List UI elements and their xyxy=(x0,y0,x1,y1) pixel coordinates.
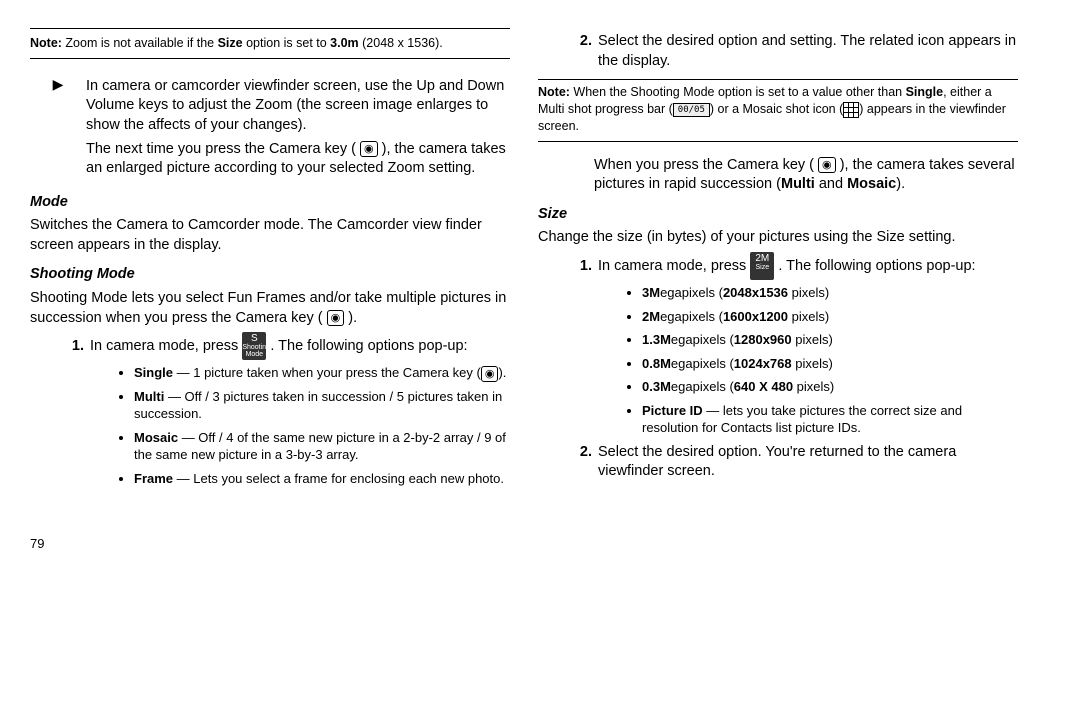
text: Size xyxy=(218,36,243,50)
section-title-size: Size xyxy=(538,205,1018,225)
body-text: The next time you press the Camera key (… xyxy=(86,140,510,179)
numbered-list: In camera mode, press SShooting Mode . T… xyxy=(62,332,510,487)
text: option is set to xyxy=(243,36,331,50)
body-text: Change the size (in bytes) of your pictu… xyxy=(538,228,1018,248)
camera-key-icon: ◉ xyxy=(481,366,499,382)
body-text: Shooting Mode lets you select Fun Frames… xyxy=(30,289,510,328)
body-text: In camera or camcorder viewfinder screen… xyxy=(86,77,510,136)
list-item: 0.8Megapixels (1024x768 pixels) xyxy=(642,355,1018,373)
mosaic-grid-icon xyxy=(843,102,859,118)
note-label: Note: xyxy=(538,85,570,99)
size-softkey-icon: 2MSize xyxy=(750,252,774,280)
section-title-mode: Mode xyxy=(30,193,510,213)
list-item: 0.3Megapixels (640 X 480 pixels) xyxy=(642,378,1018,396)
list-item: In camera mode, press SShooting Mode . T… xyxy=(88,332,510,487)
bullet-list: Single — 1 picture taken when your press… xyxy=(110,364,510,487)
camera-key-icon: ◉ xyxy=(360,141,378,157)
bullet-list: 3Megapixels (2048x1536 pixels) 2Megapixe… xyxy=(618,284,1018,437)
body-text: When you press the Camera key ( ◉ ), the… xyxy=(594,156,1018,195)
list-item: Picture ID — lets you take pictures the … xyxy=(642,402,1018,437)
list-item: Select the desired option and setting. T… xyxy=(596,32,1018,71)
two-columns: Note: Zoom is not available if the Size … xyxy=(30,28,1050,553)
arrow-icon: ▶ xyxy=(30,73,86,183)
list-item: Mosaic — Off / 4 of the same new picture… xyxy=(134,429,510,464)
text: (2048 x 1536). xyxy=(359,36,443,50)
list-item: Frame — Lets you select a frame for encl… xyxy=(134,470,510,488)
left-column: Note: Zoom is not available if the Size … xyxy=(30,28,510,553)
list-item: 1.3Megapixels (1280x960 pixels) xyxy=(642,331,1018,349)
list-item: In camera mode, press 2MSize . The follo… xyxy=(596,252,1018,437)
list-item: 2Megapixels (1600x1200 pixels) xyxy=(642,308,1018,326)
note-zoom-unavailable: Note: Zoom is not available if the Size … xyxy=(30,33,510,59)
numbered-list: Select the desired option and setting. T… xyxy=(570,32,1018,71)
progress-bar-icon: 00/05 xyxy=(673,103,710,117)
text: 3.0m xyxy=(330,36,359,50)
rule xyxy=(30,28,510,29)
note-shooting-mode: Note: When the Shooting Mode option is s… xyxy=(538,79,1018,142)
camera-key-icon: ◉ xyxy=(327,310,345,326)
section-title-shooting-mode: Shooting Mode xyxy=(30,265,510,285)
list-item: Multi — Off / 3 pictures taken in succes… xyxy=(134,388,510,423)
shooting-mode-softkey-icon: SShooting Mode xyxy=(242,332,266,360)
camera-key-icon: ◉ xyxy=(818,157,836,173)
body-text: Switches the Camera to Camcorder mode. T… xyxy=(30,216,510,255)
page-number: 79 xyxy=(30,535,510,553)
numbered-list: In camera mode, press 2MSize . The follo… xyxy=(570,252,1018,482)
right-column: Select the desired option and setting. T… xyxy=(538,28,1018,553)
instruction-row: ▶ In camera or camcorder viewfinder scre… xyxy=(30,73,510,183)
note-label: Note: xyxy=(30,36,62,50)
list-item: Select the desired option. You're return… xyxy=(596,443,1018,482)
list-item: Single — 1 picture taken when your press… xyxy=(134,364,510,382)
text: Zoom is not available if the xyxy=(62,36,218,50)
list-item: 3Megapixels (2048x1536 pixels) xyxy=(642,284,1018,302)
